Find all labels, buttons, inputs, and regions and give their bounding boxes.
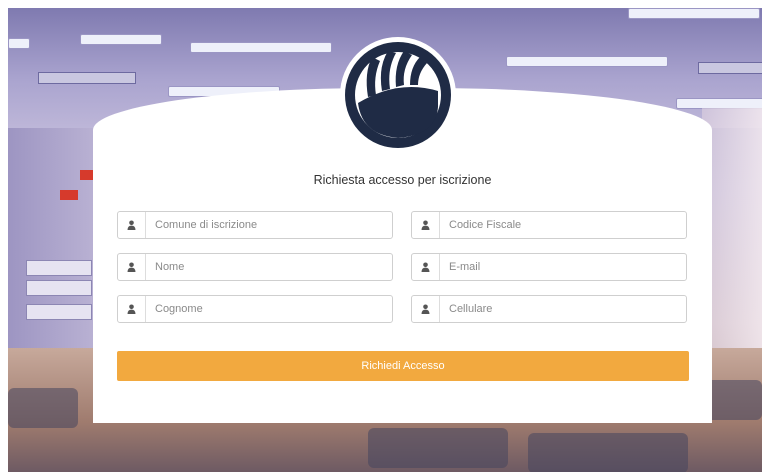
richiedi-accesso-button[interactable]: Richiedi Accesso <box>117 351 689 381</box>
ceiling-light <box>190 42 332 53</box>
ceiling-light <box>80 34 162 45</box>
ceiling-vent <box>698 62 762 74</box>
user-icon <box>412 296 440 322</box>
brand-logo-icon <box>340 37 456 153</box>
user-icon <box>412 212 440 238</box>
codice-fiscale-input[interactable] <box>440 212 686 238</box>
cognome-input[interactable] <box>146 296 392 322</box>
background-wall <box>8 128 94 368</box>
codice-fiscale-field <box>411 211 687 239</box>
user-icon <box>118 254 146 280</box>
user-icon <box>412 254 440 280</box>
nome-input[interactable] <box>146 254 392 280</box>
email-input[interactable] <box>440 254 686 280</box>
form-title: Richiesta accesso per iscrizione <box>313 173 492 187</box>
wall-sign <box>80 170 94 180</box>
background-desk <box>528 433 688 472</box>
background-desk <box>8 388 78 428</box>
cellulare-field <box>411 295 687 323</box>
ceiling-light <box>628 8 760 19</box>
ceiling-vent <box>38 72 136 84</box>
comune-field <box>117 211 393 239</box>
ceiling-light <box>506 56 668 67</box>
cognome-field <box>117 295 393 323</box>
nome-field <box>117 253 393 281</box>
wall-sign <box>60 190 78 200</box>
comune-input[interactable] <box>146 212 392 238</box>
user-icon <box>118 212 146 238</box>
wall-shelf <box>26 260 92 276</box>
wall-shelf <box>26 304 92 320</box>
background-desk <box>368 428 508 468</box>
user-icon <box>118 296 146 322</box>
wall-shelf <box>26 280 92 296</box>
email-field <box>411 253 687 281</box>
ceiling-light <box>8 38 30 49</box>
cellulare-input[interactable] <box>440 296 686 322</box>
